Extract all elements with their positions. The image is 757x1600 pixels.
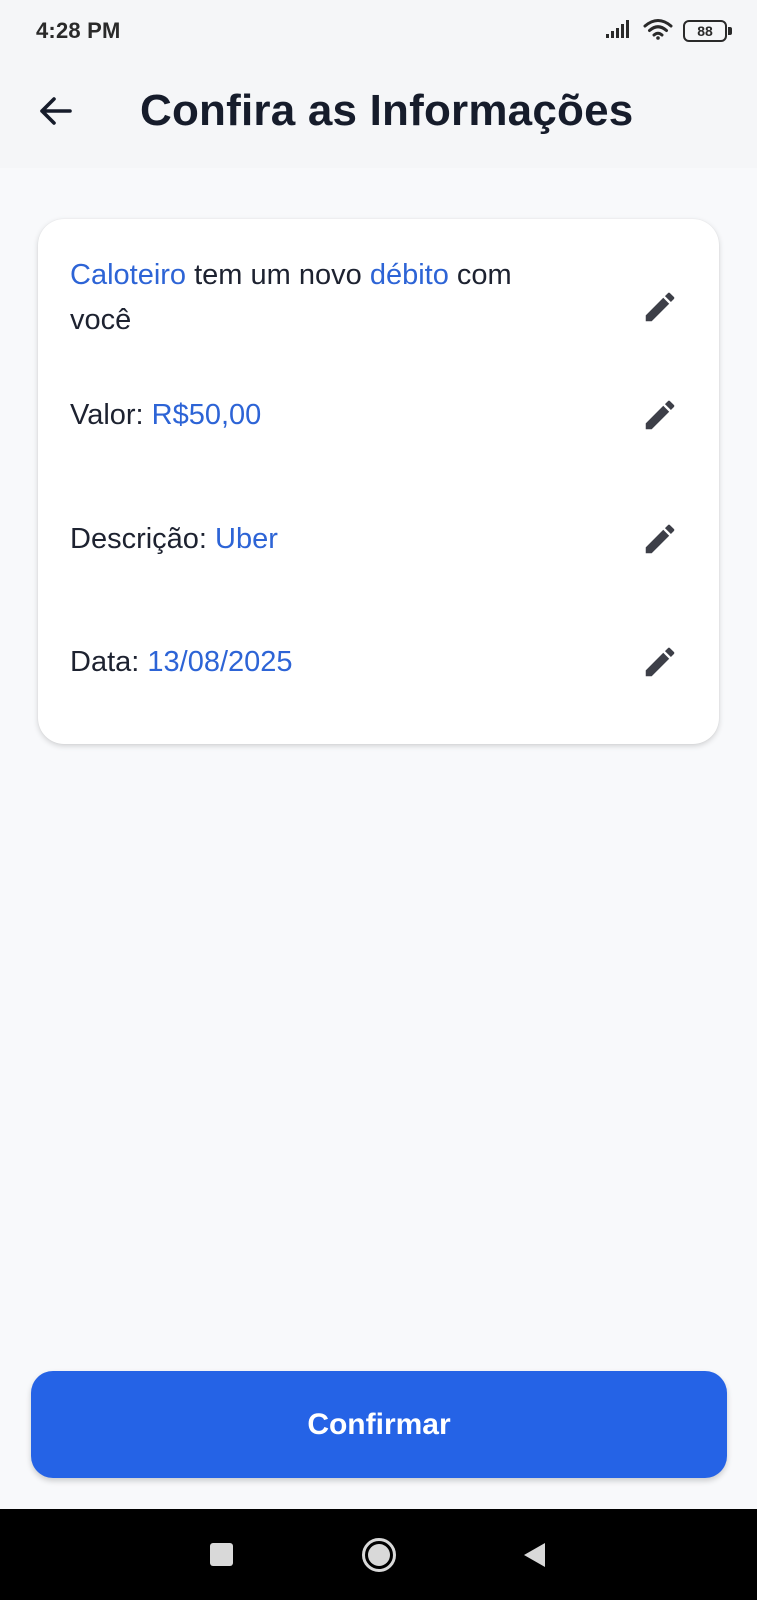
value-row: Valor: R$50,00	[70, 393, 690, 438]
battery-level: 88	[697, 23, 713, 39]
edit-value-button[interactable]	[636, 393, 684, 441]
pencil-icon	[641, 520, 679, 563]
status-time: 4:28 PM	[36, 18, 121, 43]
description-value: Uber	[215, 523, 278, 555]
app-bar: Confira as Informações	[0, 62, 757, 168]
system-nav-bar	[0, 1509, 757, 1600]
home-button[interactable]	[339, 1509, 419, 1600]
debt-summary-row: Caloteiro tem um novo débito com você	[70, 253, 690, 343]
back-triangle-icon	[523, 1542, 545, 1567]
arrow-left-icon	[38, 96, 72, 131]
edit-date-button[interactable]	[636, 640, 684, 688]
value-text: Valor: R$50,00	[70, 393, 580, 438]
date-text: Data: 13/08/2025	[70, 640, 580, 685]
info-card: Caloteiro tem um novo débito com você Va…	[38, 219, 719, 744]
edit-description-button[interactable]	[636, 517, 684, 565]
date-label: Data:	[70, 646, 148, 678]
status-icons: 88	[605, 18, 732, 45]
home-circle-icon	[362, 1537, 396, 1572]
pencil-icon	[641, 288, 679, 331]
confirm-button[interactable]: Confirmar	[31, 1371, 727, 1478]
summary-middle-text: tem um novo	[186, 259, 370, 291]
description-row: Descrição: Uber	[70, 517, 690, 562]
date-row: Data: 13/08/2025	[70, 640, 690, 685]
debt-keyword: débito	[369, 259, 449, 291]
pencil-icon	[641, 396, 679, 439]
back-button[interactable]	[30, 88, 80, 138]
description-text: Descrição: Uber	[70, 517, 580, 562]
system-back-button[interactable]	[494, 1509, 574, 1600]
battery-icon: 88	[683, 20, 732, 42]
debtor-name: Caloteiro	[70, 259, 187, 291]
wifi-icon	[643, 18, 673, 45]
page-title: Confira as Informações	[140, 86, 634, 135]
recents-button[interactable]	[181, 1509, 261, 1600]
recents-square-icon	[209, 1543, 233, 1566]
date-value: 13/08/2025	[147, 646, 293, 678]
description-label: Descrição:	[70, 523, 216, 555]
signal-icon	[605, 19, 633, 44]
value-label: Valor:	[70, 399, 152, 431]
status-bar: 4:28 PM 88	[0, 0, 757, 62]
pencil-icon	[641, 643, 679, 686]
value-amount: R$50,00	[151, 399, 262, 431]
edit-debtor-button[interactable]	[636, 285, 684, 333]
screen: 4:28 PM 88 Confira as Informações Calote…	[0, 0, 757, 1600]
debt-summary-text: Caloteiro tem um novo débito com você	[70, 253, 580, 343]
